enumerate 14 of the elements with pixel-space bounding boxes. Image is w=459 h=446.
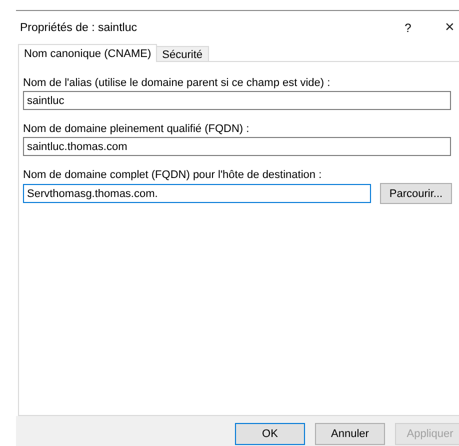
input-field[interactable]: saintluc — [23, 91, 451, 110]
input-field[interactable]: saintluc.thomas.com — [23, 137, 451, 156]
tab[interactable]: Nom canonique (CNAME) — [18, 44, 158, 62]
input-field[interactable]: Servthomasg.thomas.com. — [23, 184, 371, 203]
field-label: Nom de domaine complet (FQDN) pour l'hôte de destination : — [23, 169, 323, 181]
help-button[interactable]: ? — [401, 20, 415, 34]
field-label: Nom de domaine pleinement qualifié (FQDN) : — [23, 123, 250, 135]
window-title: Propriétés de : saintluc — [20, 22, 138, 34]
browse-button[interactable]: Parcourir... — [380, 183, 452, 204]
field-label: Nom de l'alias (utilise le domaine parent si ce champ est vide) : — [23, 77, 332, 89]
tab[interactable]: Sécurité — [156, 46, 209, 62]
close-button[interactable]: × — [445, 20, 459, 34]
dialog-button[interactable]: Annuler — [315, 423, 385, 445]
dialog-button[interactable]: OK — [235, 423, 305, 445]
